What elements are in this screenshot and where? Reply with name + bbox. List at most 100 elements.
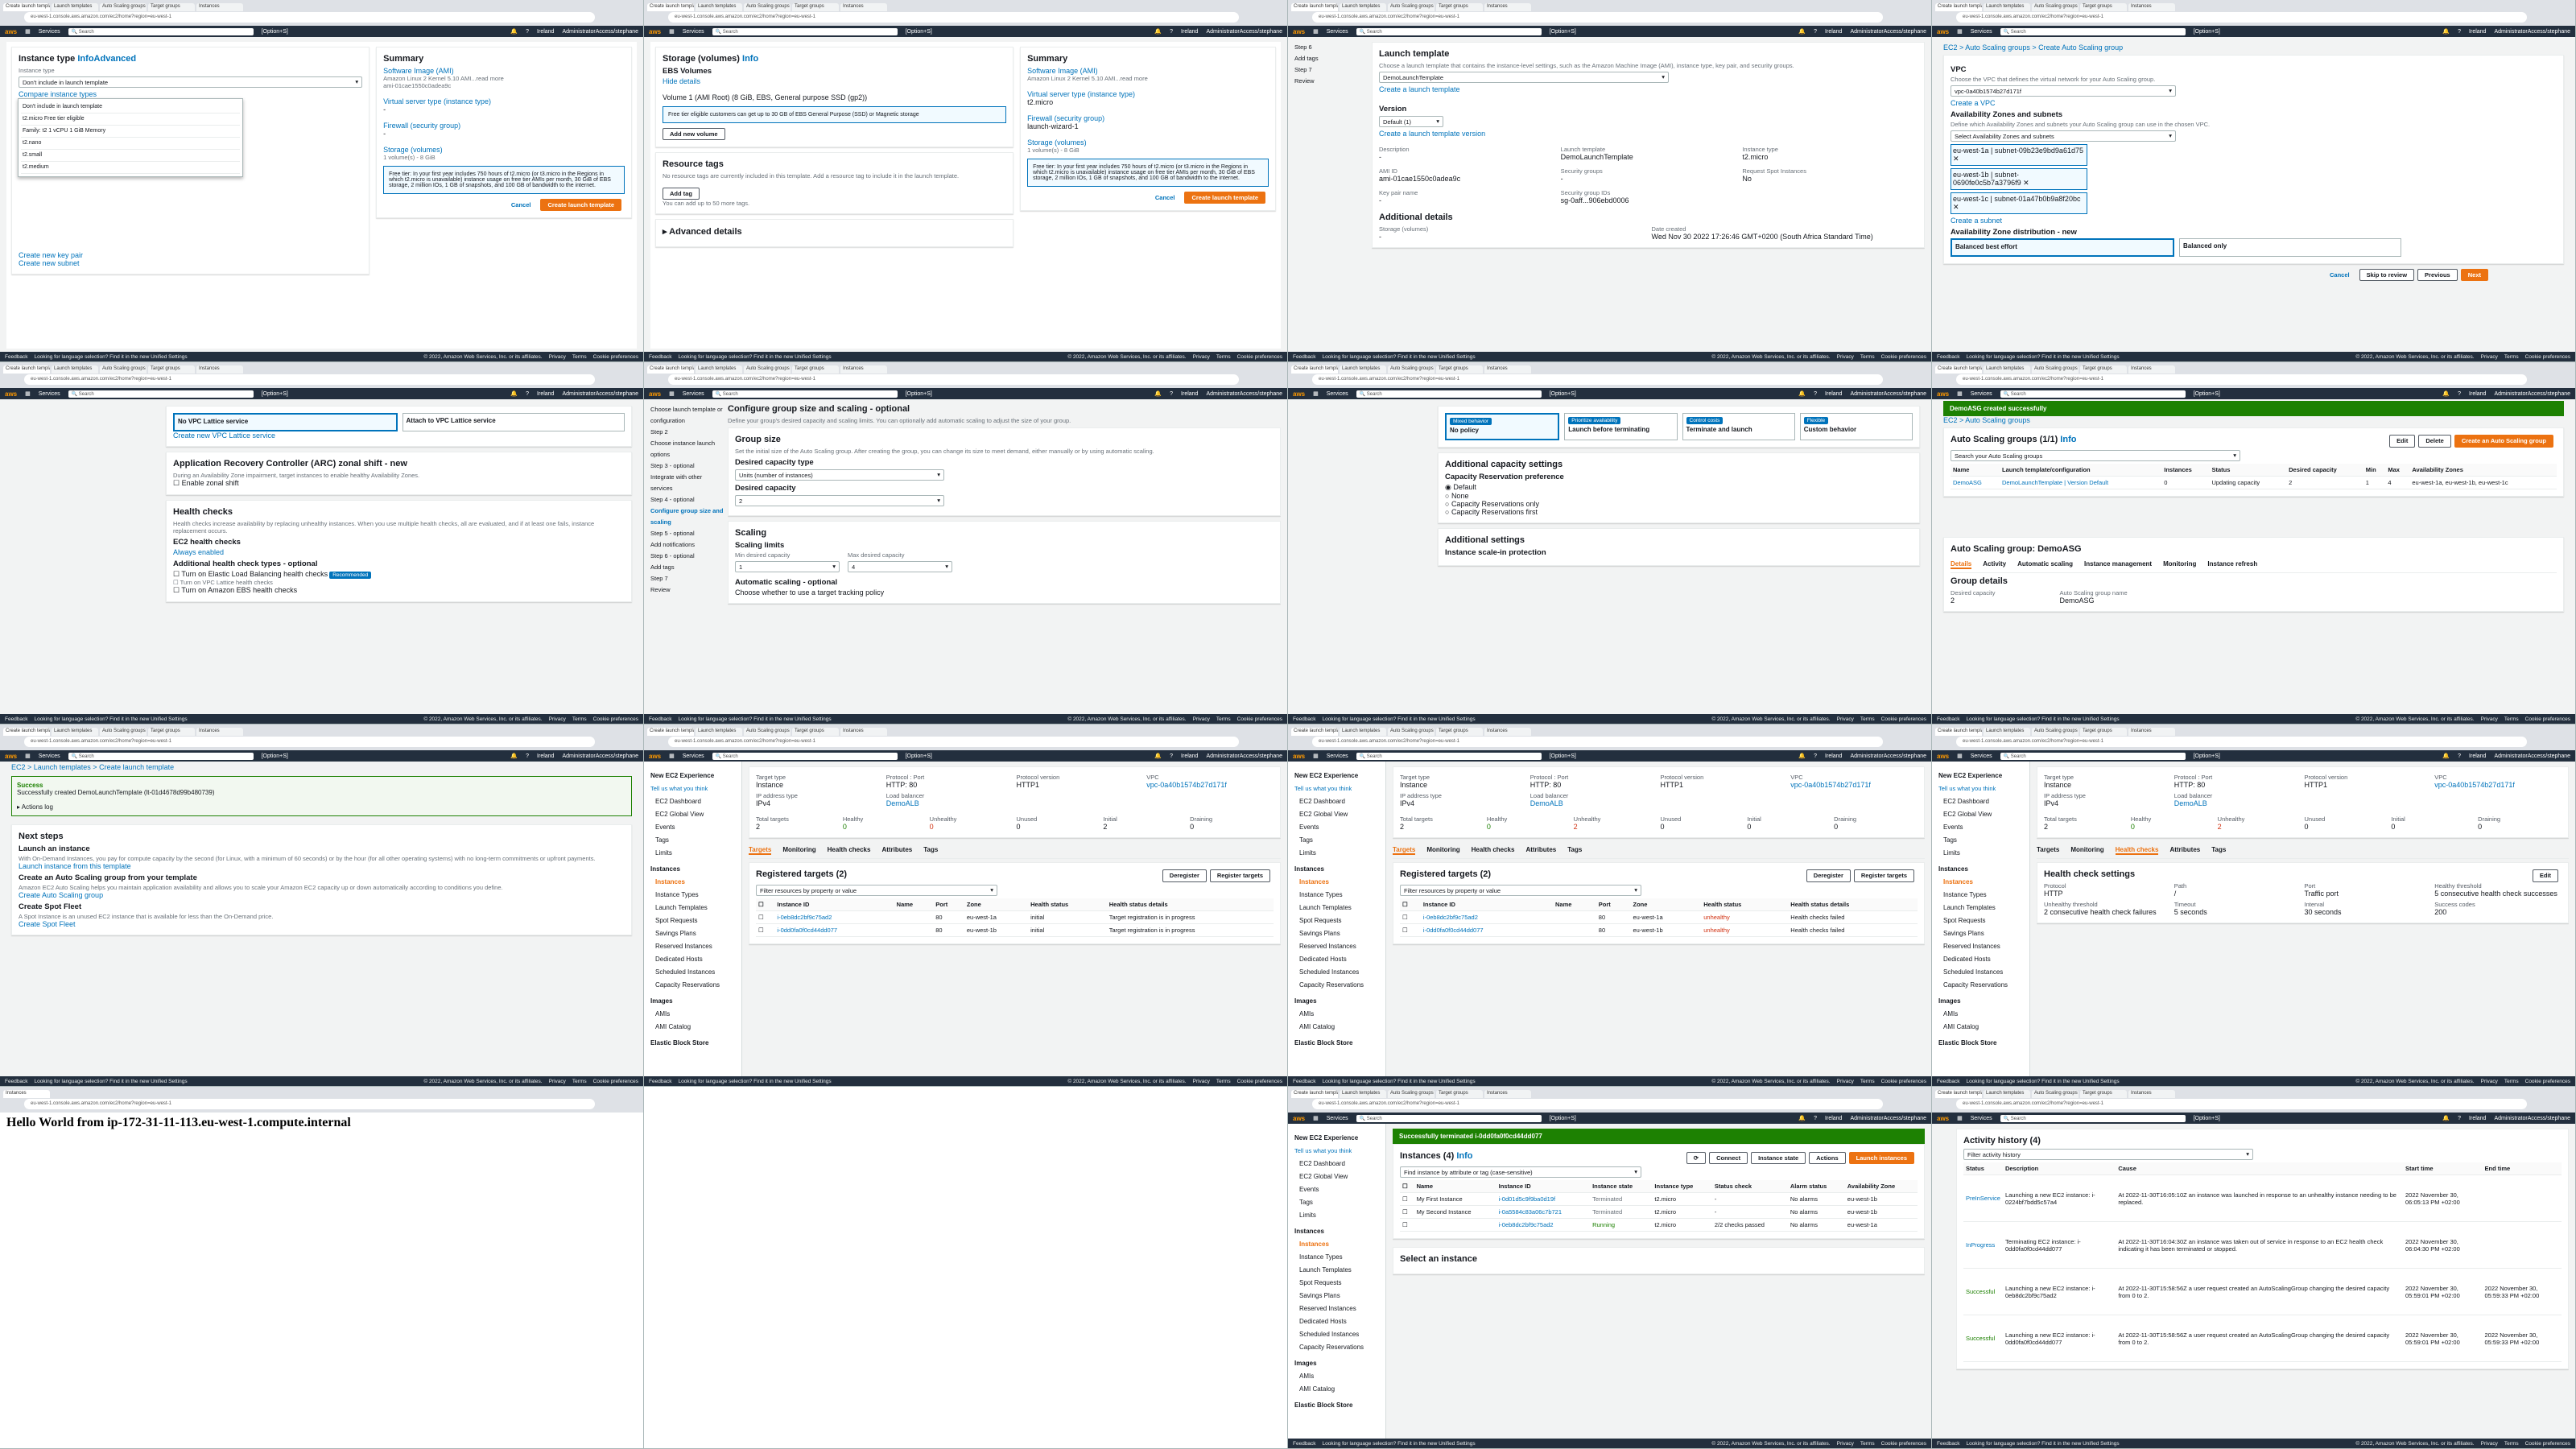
register-button[interactable]: Register targets: [1209, 869, 1270, 882]
region-selector[interactable]: Ireland: [537, 391, 554, 397]
bell-icon[interactable]: 🔔: [510, 28, 518, 35]
wizard-step[interactable]: Add notifications: [650, 539, 724, 551]
filter-input[interactable]: Filter resources by property or value: [756, 885, 997, 896]
address-bar[interactable]: eu-west-1.console.aws.amazon.com/ec2/hom…: [24, 737, 595, 747]
actions-button[interactable]: Actions: [1809, 1151, 1846, 1164]
column-header[interactable]: Instance state: [1590, 1180, 1653, 1193]
column-header[interactable]: Instances: [2161, 464, 2210, 477]
browser-tab[interactable]: Instances: [2128, 3, 2175, 11]
address-bar[interactable]: eu-west-1.console.aws.amazon.com/ec2/hom…: [1312, 1099, 1883, 1109]
services-menu[interactable]: Services: [1971, 29, 1992, 35]
nav-item[interactable]: AMI Catalog: [1938, 1021, 2023, 1034]
wizard-step[interactable]: Review: [1294, 76, 1368, 87]
services-menu[interactable]: Services: [39, 29, 60, 35]
search-input[interactable]: 🔍 Search: [2000, 752, 2186, 760]
table-row[interactable]: ☐ i-0dd0fa0f0cd44dd077 80 eu-west-1b initial…: [756, 923, 1274, 937]
max-input[interactable]: 4: [848, 561, 952, 572]
aws-logo[interactable]: aws: [1293, 390, 1305, 398]
nav-item[interactable]: Scheduled Instances: [1294, 1328, 1379, 1341]
nav-item[interactable]: Tags: [1938, 834, 2023, 847]
cookie-link[interactable]: Cookie preferences: [1881, 716, 1926, 722]
aws-logo[interactable]: aws: [1937, 753, 1949, 760]
cookie-link[interactable]: Cookie preferences: [1237, 1079, 1282, 1084]
feedback-link[interactable]: Tell us what you think: [1294, 1145, 1379, 1158]
address-bar[interactable]: eu-west-1.console.aws.amazon.com/ec2/hom…: [668, 374, 1239, 385]
help-icon[interactable]: ?: [1170, 753, 1173, 759]
browser-tab[interactable]: Launch templates: [1984, 1090, 2030, 1098]
browser-tab[interactable]: Create launch template: [1935, 3, 1982, 11]
help-icon[interactable]: ?: [2458, 29, 2461, 35]
services-menu[interactable]: Services: [683, 753, 704, 759]
dct-select[interactable]: Units (number of instances): [735, 469, 944, 481]
search-input[interactable]: 🔍 Search: [712, 390, 898, 398]
region-selector[interactable]: Ireland: [537, 753, 554, 759]
region-selector[interactable]: Ireland: [1825, 29, 1842, 35]
cancel-button[interactable]: Cancel: [1149, 192, 1182, 203]
table-cell[interactable]: i-0dd0fa0f0cd44dd077: [774, 923, 894, 937]
nav-item[interactable]: Savings Plans: [1938, 927, 2023, 940]
help-icon[interactable]: ?: [1170, 391, 1173, 397]
detail-value[interactable]: DemoALB: [2174, 799, 2301, 807]
nav-item[interactable]: Reserved Instances: [650, 940, 735, 953]
filter-input[interactable]: Filter activity history: [1963, 1149, 2253, 1160]
column-header[interactable]: Description: [2002, 1162, 2116, 1175]
region-selector[interactable]: Ireland: [2469, 391, 2486, 397]
privacy-link[interactable]: Privacy: [1837, 1079, 1854, 1084]
account-menu[interactable]: AdministratorAccess/stephane: [562, 29, 638, 35]
feedback-link[interactable]: Feedback: [1293, 354, 1316, 360]
tg-tab[interactable]: Tags: [2211, 846, 2226, 855]
table-row[interactable]: ☐ i-0eb8dc2bf9c75ad2 80 eu-west-1a initial Ta…: [756, 910, 1274, 924]
terms-link[interactable]: Terms: [2504, 354, 2519, 360]
search-input[interactable]: 🔍 Search: [2000, 390, 2186, 398]
browser-tab[interactable]: Target groups: [2080, 728, 2127, 736]
summary-label[interactable]: Firewall (security group): [1027, 114, 1269, 122]
services-menu[interactable]: Services: [1327, 391, 1348, 397]
account-menu[interactable]: AdministratorAccess/stephane: [1850, 753, 1926, 759]
browser-tab[interactable]: Target groups: [148, 728, 195, 736]
table-cell[interactable]: DemoASG: [1951, 476, 2000, 489]
terms-link[interactable]: Terms: [2504, 1441, 2519, 1447]
browser-tab[interactable]: Create launch template: [647, 365, 694, 374]
address-bar[interactable]: eu-west-1.console.aws.amazon.com/ec2/hom…: [24, 1099, 595, 1109]
nav-item[interactable]: Dedicated Hosts: [1938, 953, 2023, 966]
wizard-step[interactable]: Add tags: [650, 562, 724, 573]
column-header[interactable]: Max: [2385, 464, 2410, 477]
detail-value[interactable]: DemoALB: [1530, 799, 1657, 807]
dropdown-option[interactable]: t2.medium: [21, 162, 240, 174]
table-cell[interactable]: i-0dd0fa0f0cd44dd077: [1420, 923, 1554, 937]
address-bar[interactable]: eu-west-1.console.aws.amazon.com/ec2/hom…: [1956, 374, 2527, 385]
browser-tab[interactable]: Launch templates: [1340, 1090, 1386, 1098]
feedback-link[interactable]: Feedback: [649, 354, 672, 360]
column-header[interactable]: Zone: [1630, 898, 1702, 911]
help-icon[interactable]: ?: [2458, 753, 2461, 759]
terms-link[interactable]: Terms: [1860, 1079, 1875, 1084]
nav-item[interactable]: Capacity Reservations: [1294, 979, 1379, 992]
browser-tab[interactable]: Launch templates: [1984, 728, 2030, 736]
browser-tab[interactable]: Create launch template: [647, 728, 694, 736]
browser-tab[interactable]: Target groups: [2080, 365, 2127, 374]
table-row[interactable]: ☐ My Second Instance i-0a5584c83a06c7b721 T…: [1400, 1205, 1918, 1219]
column-header[interactable]: Health status: [1701, 898, 1789, 911]
browser-tab[interactable]: Instances: [2128, 728, 2175, 736]
filter-input[interactable]: Filter resources by property or value: [1400, 885, 1641, 896]
bell-icon[interactable]: 🔔: [1798, 390, 1806, 397]
tg-tab[interactable]: Tags: [923, 846, 938, 855]
detail-tab[interactable]: Instance refresh: [2207, 560, 2257, 569]
search-input[interactable]: 🔍 Search: [2000, 27, 2186, 35]
version-select[interactable]: Default (1): [1379, 116, 1443, 127]
tg-tab[interactable]: Tags: [1567, 846, 1582, 855]
terms-link[interactable]: Terms: [1216, 1079, 1231, 1084]
subnet-select[interactable]: Select Availability Zones and subnets: [1951, 130, 2176, 142]
browser-tab[interactable]: Create launch template: [1291, 365, 1338, 374]
state-button[interactable]: Instance state: [1751, 1151, 1806, 1164]
info-link[interactable]: Info: [742, 54, 758, 64]
region-selector[interactable]: Ireland: [537, 29, 554, 35]
nav-item[interactable]: Launch Templates: [650, 902, 735, 914]
grid-icon[interactable]: ▦: [1957, 28, 1963, 35]
nav-item[interactable]: Reserved Instances: [1938, 940, 2023, 953]
terms-link[interactable]: Terms: [1860, 1441, 1875, 1447]
grid-icon[interactable]: ▦: [669, 390, 675, 397]
elb-checkbox[interactable]: Turn on Elastic Load Balancing health ch…: [181, 570, 328, 578]
feedback-link[interactable]: Feedback: [5, 716, 28, 722]
privacy-link[interactable]: Privacy: [2481, 1079, 2498, 1084]
